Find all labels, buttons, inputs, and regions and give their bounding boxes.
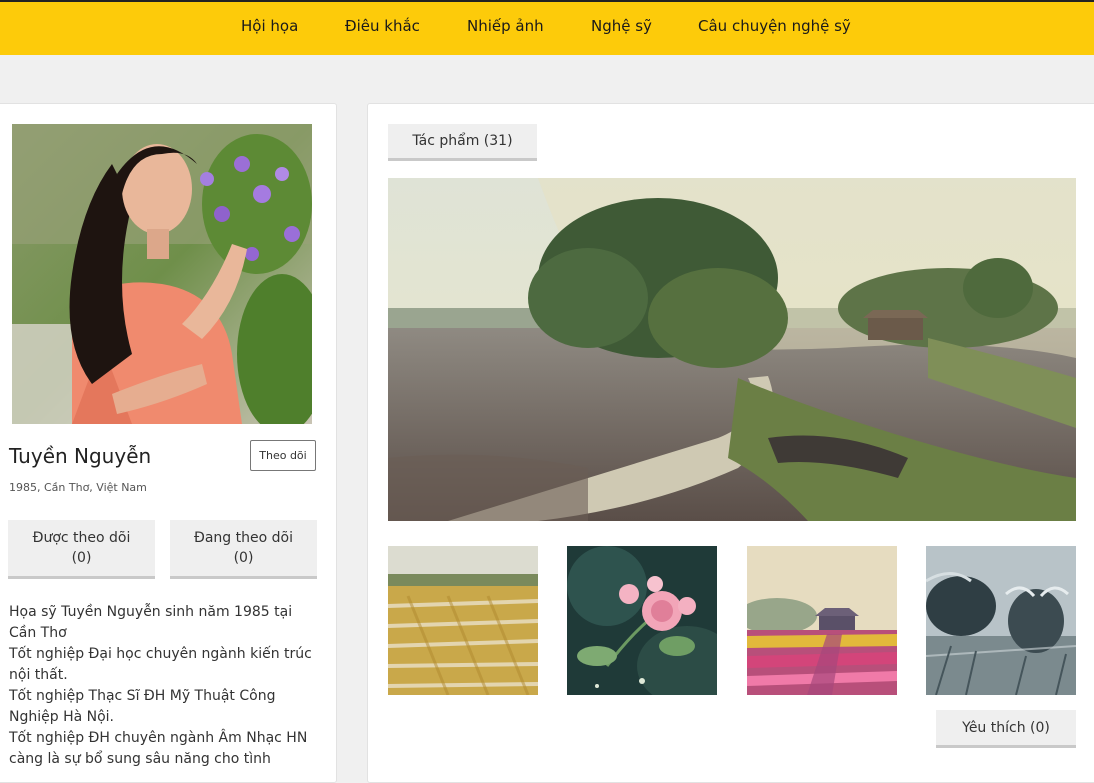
following-count: (0) <box>233 550 254 566</box>
nav-item-photography[interactable]: Nhiếp ảnh <box>467 17 544 35</box>
following-button[interactable]: Đang theo dõi (0) <box>170 520 317 579</box>
nav-item-artists[interactable]: Nghệ sỹ <box>591 17 652 35</box>
artwork-thumbnail[interactable] <box>567 546 717 695</box>
artwork-thumbnail[interactable] <box>747 546 897 695</box>
bio-line: Tốt nghiệp ĐH chuyên ngành Âm Nhạc HN cà… <box>9 730 308 767</box>
tab-works[interactable]: Tác phẩm (31) <box>388 124 537 161</box>
artist-avatar <box>12 124 312 424</box>
followers-label: Được theo dõi <box>32 530 131 546</box>
bio-line: Tốt nghiệp Đại học chuyên ngành kiến trú… <box>9 646 312 683</box>
artist-name: Tuyền Nguyễn <box>9 444 152 468</box>
artist-meta: 1985, Cần Thơ, Việt Nam <box>9 481 147 494</box>
nav-item-artist-stories[interactable]: Câu chuyện nghệ sỹ <box>698 17 851 35</box>
featured-artwork[interactable] <box>388 178 1076 521</box>
following-label: Đang theo dõi <box>194 530 293 546</box>
bio-line: Tốt nghiệp Thạc Sĩ ĐH Mỹ Thuật Công Nghi… <box>9 688 276 725</box>
top-nav: Hội họa Điêu khắc Nhiếp ảnh Nghệ sỹ Câu … <box>0 0 1094 55</box>
nav-item-painting[interactable]: Hội họa <box>241 17 298 35</box>
follow-button[interactable]: Theo dõi <box>250 440 316 471</box>
artwork-thumbnail[interactable] <box>926 546 1076 695</box>
nav-item-sculpture[interactable]: Điêu khắc <box>345 17 420 35</box>
like-button[interactable]: Yêu thích (0) <box>936 710 1076 748</box>
artist-bio: Họa sỹ Tuyền Nguyễn sinh năm 1985 tại Cầ… <box>9 602 314 770</box>
followers-count: (0) <box>71 550 92 566</box>
followers-button[interactable]: Được theo dõi (0) <box>8 520 155 579</box>
artwork-thumbnail[interactable] <box>388 546 538 695</box>
bio-line: Họa sỹ Tuyền Nguyễn sinh năm 1985 tại Cầ… <box>9 604 293 641</box>
